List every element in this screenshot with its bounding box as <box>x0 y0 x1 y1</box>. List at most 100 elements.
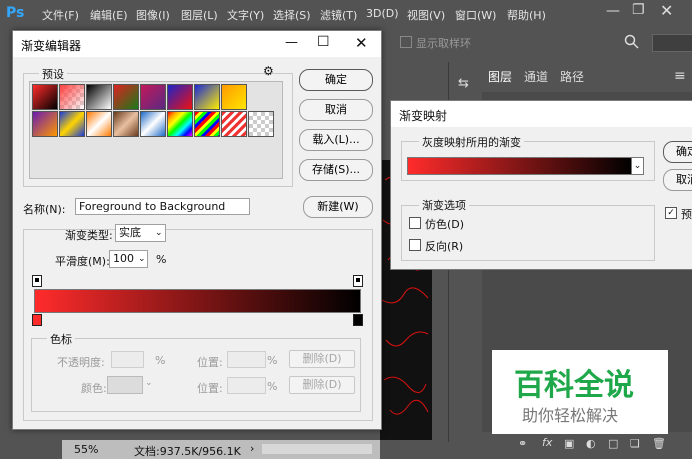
color-location-percent: % <box>267 380 278 393</box>
preset-swatch[interactable] <box>59 84 85 110</box>
opacity-location-input <box>227 351 266 368</box>
smoothness-label: 平滑度(M): <box>55 255 110 268</box>
link-icon[interactable]: ⚭ <box>518 437 527 450</box>
menu-3d[interactable]: 3D(D) <box>366 7 399 20</box>
preset-swatch[interactable] <box>86 84 112 110</box>
show-ring-checkbox[interactable] <box>400 36 412 48</box>
menu-window[interactable]: 窗口(W) <box>455 7 496 23</box>
panel-menu-icon[interactable]: ≡ <box>674 68 686 84</box>
menu-view[interactable]: 视图(V) <box>407 7 445 23</box>
gradient-map-titlebar[interactable]: 渐变映射 <box>391 101 692 127</box>
gradient-map-group-label: 灰度映射所用的渐变 <box>419 134 524 150</box>
preset-swatch[interactable] <box>221 111 247 137</box>
doc-size: 文档:937.5K/956.1K <box>134 445 241 458</box>
preview-label: 预 <box>681 208 692 221</box>
new-button[interactable]: 新建(W) <box>303 196 373 218</box>
save-button[interactable]: 存储(S)... <box>299 159 373 181</box>
preset-swatch[interactable] <box>32 111 58 137</box>
tab-layers[interactable]: 图层 <box>488 68 512 88</box>
maximize-icon[interactable]: ☐ <box>317 34 330 50</box>
menu-layer[interactable]: 图层(L) <box>181 7 218 23</box>
tab-channels[interactable]: 通道 <box>524 68 548 88</box>
layers-footer: ⚭ fx ▣ ◐ □ ❏ 🗑 <box>482 434 692 458</box>
preset-swatch[interactable] <box>167 111 193 137</box>
preset-swatch[interactable] <box>140 84 166 110</box>
delete-color-button: 删除(D) <box>289 376 355 394</box>
opacity-location-label: 位置: <box>197 356 223 369</box>
chevron-down-icon: ⌄ <box>138 254 146 264</box>
menu-type[interactable]: 文字(Y) <box>227 7 264 23</box>
color-stop-right[interactable] <box>353 314 363 326</box>
fx-icon[interactable]: fx <box>542 436 552 449</box>
gradient-map-title: 渐变映射 <box>399 109 448 123</box>
preset-swatch[interactable] <box>59 111 85 137</box>
preset-swatch[interactable] <box>86 111 112 137</box>
load-button[interactable]: 载入(L)... <box>299 129 373 151</box>
smoothness-select[interactable]: 100 ⌄ <box>109 250 148 268</box>
preset-swatch[interactable] <box>194 111 220 137</box>
gradient-map-preview[interactable] <box>407 157 633 175</box>
preset-swatch[interactable] <box>113 84 139 110</box>
menu-edit[interactable]: 编辑(E) <box>90 7 128 23</box>
gradient-editor-titlebar[interactable]: 渐变编辑器 — ☐ ✕ <box>13 31 381 57</box>
cancel-button[interactable]: 取消 <box>663 169 692 191</box>
minimize-icon[interactable]: — <box>606 3 620 19</box>
menu-filter[interactable]: 滤镜(T) <box>320 7 357 23</box>
name-input[interactable]: Foreground to Background <box>75 198 250 215</box>
horizontal-scrollbar[interactable] <box>262 444 372 454</box>
mask-icon[interactable]: ▣ <box>564 437 574 450</box>
history-icon[interactable]: ⇆ <box>458 76 469 91</box>
trash-icon[interactable]: 🗑 <box>652 437 666 450</box>
search-icon[interactable] <box>624 34 640 50</box>
menu-help[interactable]: 帮助(H) <box>507 7 546 23</box>
watermark-title: 百科全说 <box>514 368 634 403</box>
preset-swatch[interactable] <box>194 84 220 110</box>
gradient-type-select[interactable]: 实底 ⌄ <box>115 224 166 242</box>
tab-paths[interactable]: 路径 <box>560 68 584 88</box>
minimize-icon[interactable]: — <box>285 35 298 50</box>
chevron-down-icon[interactable]: ⌄ <box>631 157 644 175</box>
name-label: 名称(N): <box>23 203 66 216</box>
gradient-type-label: 渐变类型: <box>65 229 113 242</box>
status-bar: 55% 文档:937.5K/956.1K › <box>62 440 380 459</box>
group-icon[interactable]: □ <box>608 437 618 450</box>
presets-grid[interactable] <box>29 81 283 179</box>
preset-swatch[interactable] <box>140 111 166 137</box>
gradient-map-dialog: 渐变映射 灰度映射所用的渐变 ⌄ 渐变选项 仿色(D) 反向(R) 确定 取消 … <box>390 100 692 270</box>
preset-swatch[interactable] <box>221 84 247 110</box>
close-icon[interactable]: ✕ <box>660 1 673 20</box>
gear-icon[interactable]: ⚙ <box>263 64 274 78</box>
reverse-checkbox[interactable] <box>409 239 421 251</box>
menu-image[interactable]: 图像(I) <box>136 7 170 23</box>
preset-swatch[interactable] <box>113 111 139 137</box>
close-icon[interactable]: ✕ <box>355 34 368 52</box>
zoom-level[interactable]: 55% <box>74 443 98 456</box>
menu-file[interactable]: 文件(F) <box>42 7 79 23</box>
cancel-button[interactable]: 取消 <box>299 99 373 121</box>
status-arrow-icon[interactable]: › <box>250 442 254 455</box>
gradient-type-value: 实底 <box>119 226 141 239</box>
dither-checkbox[interactable] <box>409 217 421 229</box>
preview-checkbox[interactable]: ✓ <box>665 207 677 219</box>
ok-button[interactable]: 确定 <box>299 69 373 91</box>
delete-opacity-button: 删除(D) <box>289 350 355 368</box>
opacity-percent: % <box>155 354 166 367</box>
opacity-stop-left[interactable] <box>32 275 42 287</box>
gradient-preview-bar[interactable] <box>34 289 361 313</box>
workspace-switcher[interactable] <box>652 34 692 52</box>
ok-button[interactable]: 确定 <box>663 141 692 163</box>
adjustment-icon[interactable]: ◐ <box>586 437 596 450</box>
preset-swatch[interactable] <box>248 111 274 137</box>
new-layer-icon[interactable]: ❏ <box>630 437 640 450</box>
chevron-down-icon: ⌄ <box>155 228 163 238</box>
preset-swatch[interactable] <box>167 84 193 110</box>
menu-select[interactable]: 选择(S) <box>273 7 311 23</box>
dither-label: 仿色(D) <box>425 218 465 231</box>
menu-bar: Ps 文件(F) 编辑(E) 图像(I) 图层(L) 文字(Y) 选择(S) 滤… <box>0 0 692 28</box>
smoothness-percent: % <box>156 253 167 266</box>
watermark-logo: 百科全说 助你轻松解决 <box>492 350 668 434</box>
restore-icon[interactable]: ❐ <box>632 2 645 18</box>
opacity-stop-right[interactable] <box>353 275 363 287</box>
preset-swatch[interactable] <box>32 84 58 110</box>
color-stop-left[interactable] <box>32 314 42 326</box>
